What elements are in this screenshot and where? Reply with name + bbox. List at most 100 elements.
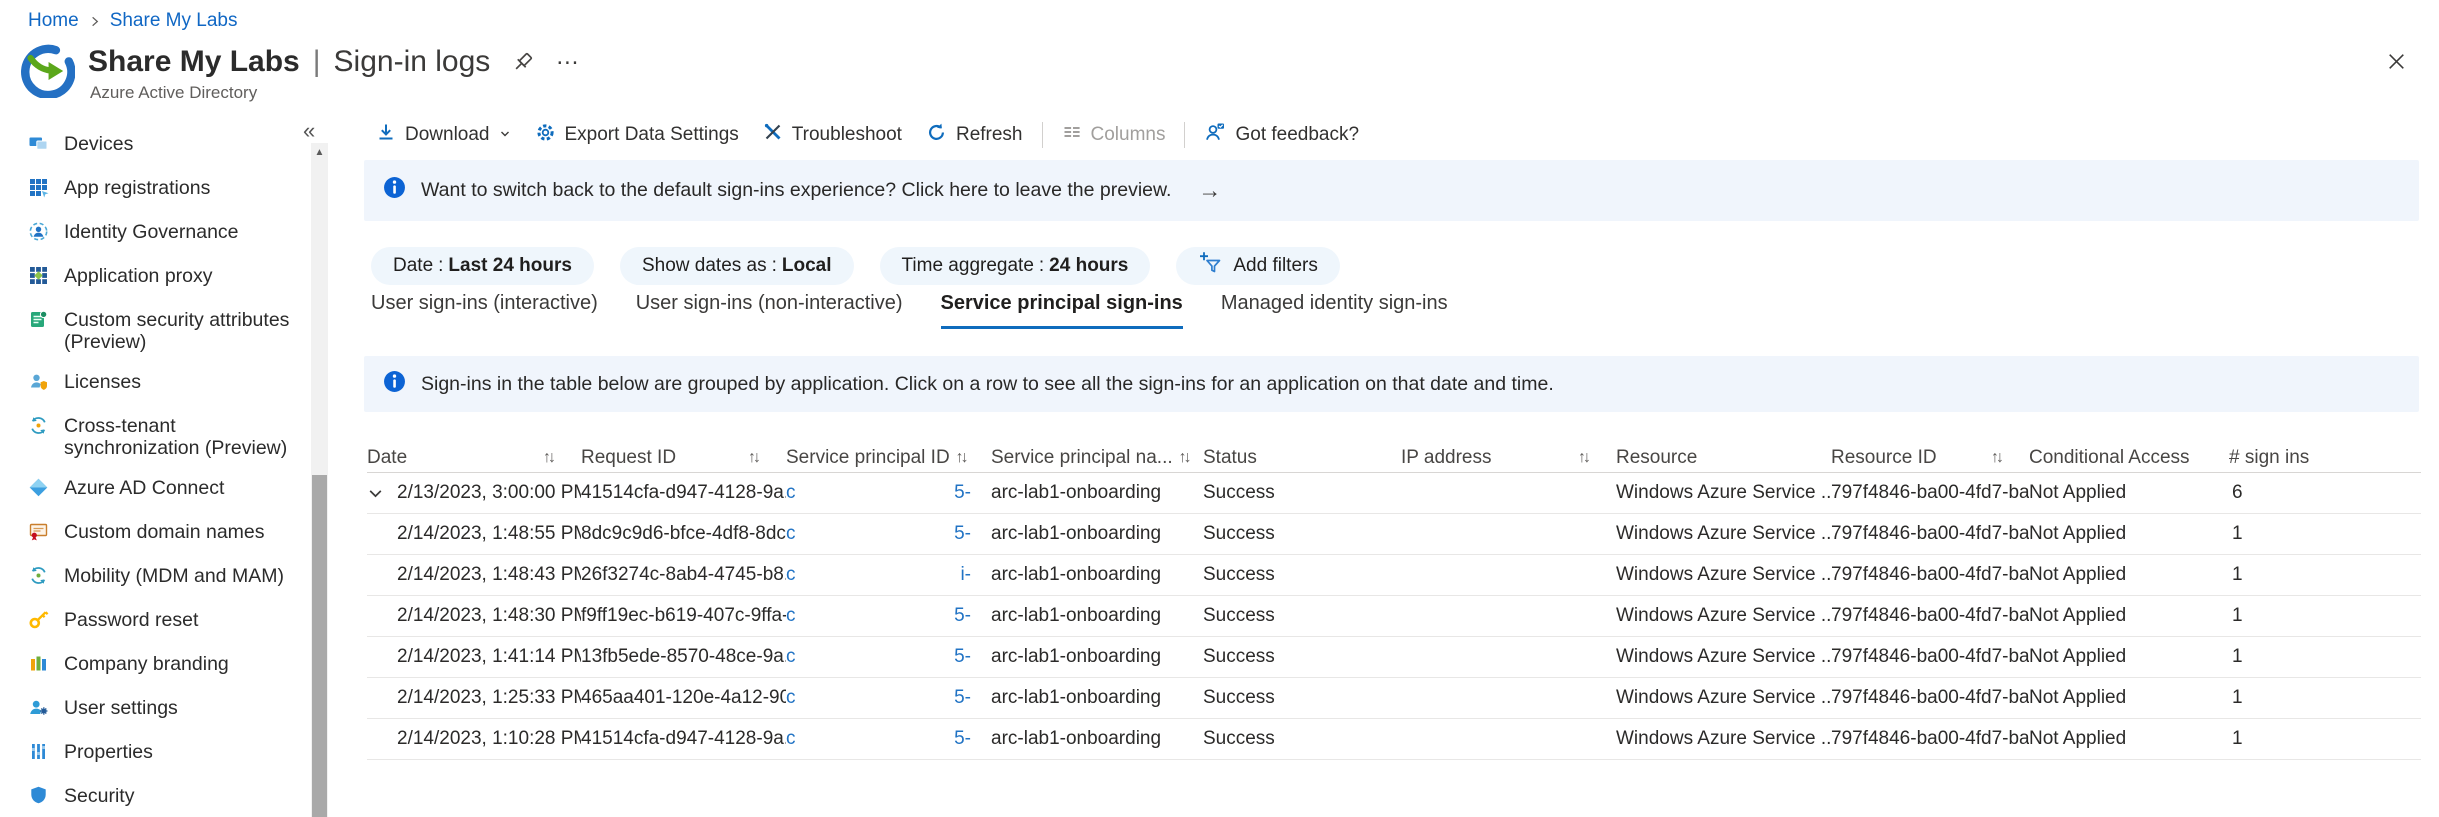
troubleshoot-icon — [763, 122, 783, 148]
troubleshoot-button[interactable]: Troubleshoot — [751, 115, 914, 155]
scrollbar-thumb[interactable] — [312, 475, 327, 817]
export-data-settings-button[interactable]: Export Data Settings — [523, 115, 751, 155]
status-cell: Success — [1203, 728, 1401, 750]
download-button[interactable]: Download — [364, 115, 523, 155]
add-filter-funnel-icon — [1198, 251, 1222, 281]
table-row[interactable]: 2/14/2023, 1:25:33 PM 465aa401-120e-4a12… — [367, 678, 2421, 719]
filter-pill-show-dates-as[interactable]: Show dates as : Local — [620, 247, 854, 285]
service-principal-id-suffix[interactable]: 5- — [954, 646, 971, 668]
service-principal-name-cell: arc-lab1-onboarding — [991, 482, 1203, 504]
sidebar-item-cross-tenant-sync[interactable]: Cross-tenant synchronization (Preview) — [0, 406, 311, 468]
sign-ins-count-cell: 1 — [2229, 646, 2421, 668]
date-cell: 2/14/2023, 1:48:30 PM — [397, 605, 581, 627]
column-header-service-principal-name[interactable]: Service principal na...↑↓ — [991, 447, 1203, 469]
service-principal-id-link[interactable]: c — [786, 564, 796, 586]
chevron-right-icon — [88, 15, 101, 28]
date-cell: 2/14/2023, 1:41:14 PM — [397, 646, 581, 668]
service-principal-id-suffix[interactable]: i- — [960, 564, 971, 586]
expand-chevron-icon[interactable] — [367, 485, 397, 502]
service-principal-name-cell: arc-lab1-onboarding — [991, 605, 1203, 627]
filter-label: Date — [393, 255, 433, 277]
resource-id-cell: 797f4846-ba00-4fd7-ba4... — [1831, 687, 2029, 709]
sidebar-item-devices[interactable]: Devices — [0, 130, 311, 168]
column-header-ip-address[interactable]: IP address↑↓ — [1401, 447, 1616, 469]
service-principal-id-suffix[interactable]: 5- — [954, 728, 971, 750]
sort-arrows-icon[interactable]: ↑↓ — [742, 449, 758, 467]
filter-pill-time-aggregate[interactable]: Time aggregate : 24 hours — [880, 247, 1151, 285]
filter-value: Local — [782, 255, 832, 277]
table-row[interactable]: 2/13/2023, 3:00:00 PM 41514cfa-d947-4128… — [367, 473, 2421, 514]
service-principal-id-suffix[interactable]: 5- — [954, 687, 971, 709]
sort-arrows-icon[interactable]: ↑↓ — [537, 449, 553, 467]
sidebar-item-security[interactable]: Security — [0, 776, 311, 817]
identity-governance-icon — [28, 221, 49, 247]
sidebar-item-identity-governance[interactable]: Identity Governance — [0, 212, 311, 256]
column-header-conditional-access: Conditional Access — [2029, 447, 2229, 469]
sidebar-item-label: Custom security attributes (Preview) — [64, 309, 305, 353]
conditional-access-cell: Not Applied — [2029, 728, 2229, 750]
sign-ins-count-cell: 1 — [2229, 605, 2421, 627]
table-row[interactable]: 2/14/2023, 1:10:28 PM 41514cfa-d947-4128… — [367, 719, 2421, 760]
got-feedback-button[interactable]: Got feedback? — [1192, 115, 1371, 155]
pin-icon[interactable] — [509, 49, 536, 76]
table-row[interactable]: 2/14/2023, 1:48:30 PM f9ff19ec-b619-407c… — [367, 596, 2421, 637]
conditional-access-cell: Not Applied — [2029, 646, 2229, 668]
sidebar-item-app-registrations[interactable]: App registrations — [0, 168, 311, 212]
sidebar-item-user-settings[interactable]: User settings — [0, 688, 311, 732]
table-body: 2/13/2023, 3:00:00 PM 41514cfa-d947-4128… — [367, 473, 2421, 760]
service-principal-id-link[interactable]: c — [786, 523, 796, 545]
sidebar-item-password-reset[interactable]: Password reset — [0, 600, 311, 644]
sidebar-item-azure-ad-connect[interactable]: Azure AD Connect — [0, 468, 311, 512]
azure-ad-connect-icon — [28, 477, 49, 503]
sort-arrows-icon[interactable]: ↑↓ — [1173, 449, 1189, 467]
sidebar-item-mobility[interactable]: Mobility (MDM and MAM) — [0, 556, 311, 600]
column-header-sign-ins: # sign ins — [2229, 447, 2421, 469]
request-id-cell: 8dc9c9d6-bfce-4df8-8dc... — [581, 523, 786, 545]
date-cell: 2/14/2023, 1:10:28 PM — [397, 728, 581, 750]
column-header-request-id[interactable]: Request ID↑↓ — [581, 447, 786, 469]
arrow-right-icon[interactable]: → — [1198, 177, 1221, 204]
mobility-icon — [28, 565, 49, 591]
page-title-blade: Sign-in logs — [334, 42, 491, 82]
breadcrumb-home-link[interactable]: Home — [28, 10, 79, 32]
tab-managed-identity-signins[interactable]: Managed identity sign-ins — [1221, 292, 1448, 329]
table-row[interactable]: 2/14/2023, 1:48:55 PM 8dc9c9d6-bfce-4df8… — [367, 514, 2421, 555]
column-header-resource-id[interactable]: Resource ID↑↓ — [1831, 447, 2029, 469]
more-options-icon[interactable]: … — [555, 52, 582, 72]
sidebar-item-licenses[interactable]: Licenses — [0, 362, 311, 406]
tab-service-principal-signins[interactable]: Service principal sign-ins — [941, 292, 1183, 329]
scrollbar-up-arrow-icon[interactable]: ▲ — [311, 143, 328, 161]
sidebar-item-application-proxy[interactable]: Application proxy — [0, 256, 311, 300]
refresh-button[interactable]: Refresh — [914, 115, 1035, 155]
tab-user-signins-non-interactive[interactable]: User sign-ins (non-interactive) — [636, 292, 903, 329]
tab-user-signins-interactive[interactable]: User sign-ins (interactive) — [371, 292, 598, 329]
close-icon[interactable] — [2385, 50, 2408, 78]
sidebar-item-custom-domain-names[interactable]: Custom domain names — [0, 512, 311, 556]
service-principal-id-suffix[interactable]: 5- — [954, 605, 971, 627]
sidebar-scrollbar[interactable]: ▲ — [311, 143, 328, 817]
service-principal-id-suffix[interactable]: 5- — [954, 482, 971, 504]
service-principal-id-link[interactable]: c — [786, 687, 796, 709]
sort-arrows-icon[interactable]: ↑↓ — [950, 449, 966, 467]
sidebar-item-custom-security-attributes[interactable]: Custom security attributes (Preview) — [0, 300, 311, 362]
column-header-date[interactable]: Date↑↓ — [367, 447, 581, 469]
sort-arrows-icon[interactable]: ↑↓ — [1572, 449, 1588, 467]
sidebar-item-properties[interactable]: Properties — [0, 732, 311, 776]
breadcrumb-current-link[interactable]: Share My Labs — [110, 10, 238, 32]
service-principal-id-link[interactable]: c — [786, 646, 796, 668]
info-icon — [383, 370, 406, 399]
resource-cell: Windows Azure Service ... — [1616, 523, 1831, 545]
table-row[interactable]: 2/14/2023, 1:41:14 PM 13fb5ede-8570-48ce… — [367, 637, 2421, 678]
resource-cell: Windows Azure Service ... — [1616, 564, 1831, 586]
table-row[interactable]: 2/14/2023, 1:48:43 PM 26f3274c-8ab4-4745… — [367, 555, 2421, 596]
filter-pill-date[interactable]: Date : Last 24 hours — [371, 247, 594, 285]
sidebar-item-company-branding[interactable]: Company branding — [0, 644, 311, 688]
service-principal-id-suffix[interactable]: 5- — [954, 523, 971, 545]
add-filters-button[interactable]: Add filters — [1176, 247, 1339, 285]
service-principal-id-link[interactable]: c — [786, 482, 796, 504]
sort-arrows-icon[interactable]: ↑↓ — [1985, 449, 2001, 467]
service-principal-id-link[interactable]: c — [786, 605, 796, 627]
preview-banner-text[interactable]: Want to switch back to the default sign-… — [421, 179, 1171, 202]
column-header-service-principal-id[interactable]: Service principal ID↑↓ — [786, 447, 991, 469]
service-principal-id-link[interactable]: c — [786, 728, 796, 750]
